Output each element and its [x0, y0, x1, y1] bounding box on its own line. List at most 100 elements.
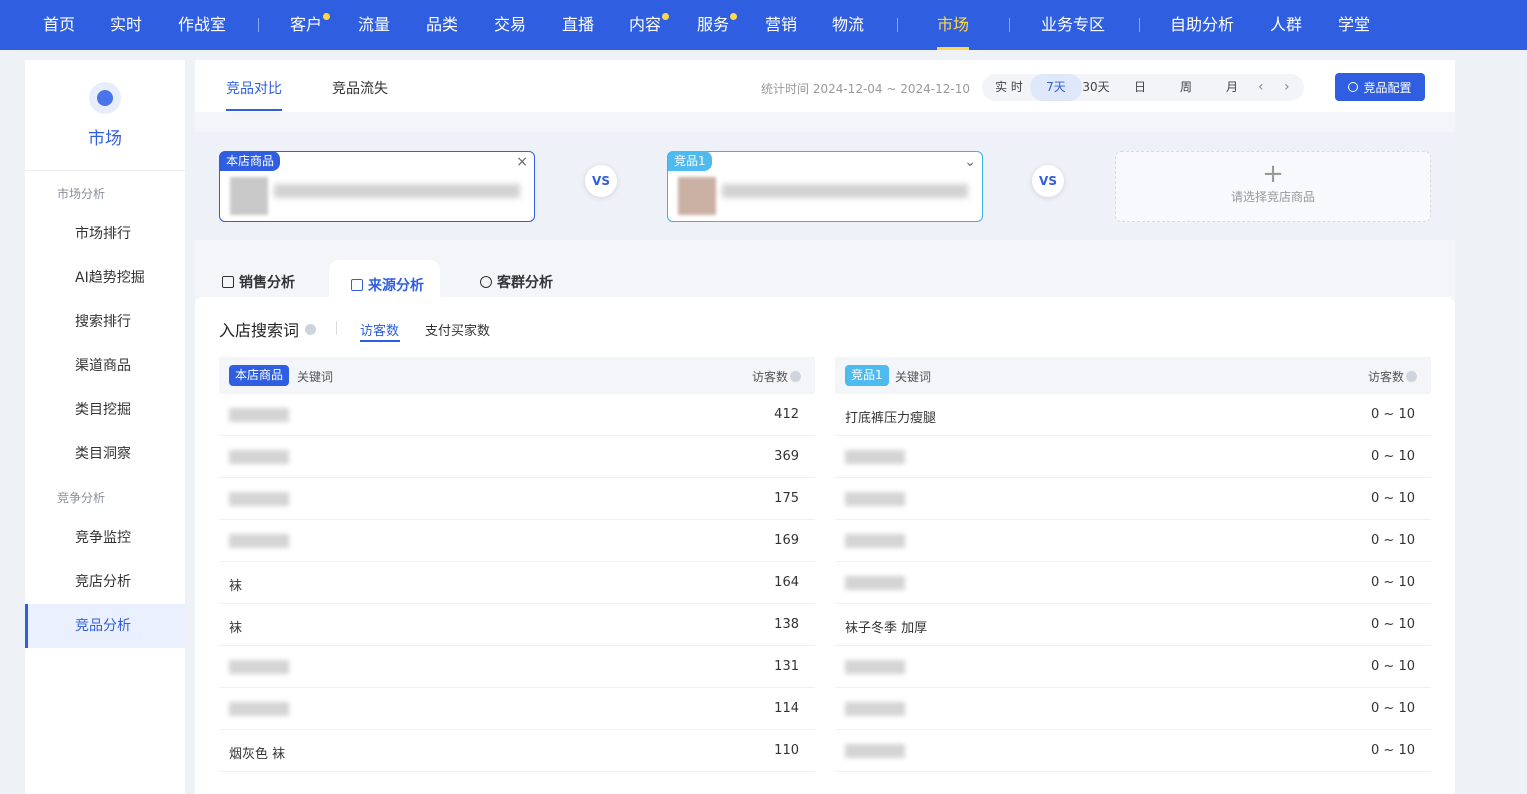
keyword-cell-blurred	[845, 492, 905, 506]
keyword-cell-blurred	[229, 534, 289, 548]
nav-item-label: 服务	[697, 15, 730, 34]
table-row: 412	[219, 394, 815, 436]
visitors-cell: 412	[774, 407, 799, 422]
sidebar-item-category-insight[interactable]: 类目洞察	[25, 432, 185, 476]
range-realtime[interactable]: 实 时	[988, 74, 1030, 101]
my-product-tag: 本店商品	[229, 365, 290, 386]
table-row: 0 ~ 10	[835, 562, 1431, 604]
config-button-label: 竞品配置	[1363, 80, 1412, 95]
metric-visitors[interactable]: 访客数	[360, 320, 399, 339]
nav-item-warroom[interactable]: 作战室	[178, 0, 226, 50]
sidebar: 市场 市场分析 市场排行 AI趋势挖掘 搜索排行 渠道商品 类目挖掘 类目洞察 …	[25, 60, 185, 794]
visitors-cell: 0 ~ 10	[1371, 659, 1415, 674]
sidebar-item-competitor-shop[interactable]: 竞店分析	[25, 560, 185, 604]
keyword-cell: 打底裤压力瘦腿	[845, 411, 937, 426]
table-row: 0 ~ 10	[835, 436, 1431, 478]
sidebar-item-category-mining[interactable]: 类目挖掘	[25, 388, 185, 432]
nav-item-category[interactable]: 品类	[426, 0, 458, 50]
keyword-cell-blurred	[229, 660, 289, 674]
chevron-down-icon[interactable]: ⌄	[964, 154, 976, 170]
tab-customer-analysis[interactable]: 客群分析	[480, 272, 553, 292]
nav-item-self-analysis[interactable]: 自助分析	[1170, 0, 1234, 50]
nav-item-realtime[interactable]: 实时	[110, 0, 142, 50]
table-row: 烟灰色 袜 110	[219, 730, 815, 772]
visitors-cell: 0 ~ 10	[1371, 743, 1415, 758]
table-row: 131	[219, 646, 815, 688]
nav-item-traffic[interactable]: 流量	[358, 0, 390, 50]
main-content: 竞品对比 竞品流失 统计时间 2024-12-04 ~ 2024-12-10 实…	[195, 60, 1455, 794]
product-compare-area: 本店商品 × VS 竞品1 ⌄ VS + 请选择竞店商品	[195, 132, 1455, 240]
source-analysis-panel: 入店搜索词 访客数 支付买家数 本店商品 关键词 访客数 412 369 175 16…	[195, 297, 1455, 794]
nav-divider	[1009, 18, 1010, 32]
keyword-cell-blurred	[229, 492, 289, 506]
sidebar-item-competitor-product[interactable]: 竞品分析	[25, 604, 185, 648]
keyword-cell-blurred	[229, 702, 289, 716]
vs-icon: VS	[585, 165, 617, 197]
keyword-cell: 袜子冬季 加厚	[845, 621, 928, 636]
visitors-column-header: 访客数	[1368, 368, 1417, 385]
visitors-cell: 175	[774, 491, 799, 506]
metric-paying-buyers[interactable]: 支付买家数	[425, 320, 490, 339]
tab-competitor-loss[interactable]: 竞品流失	[332, 78, 388, 98]
plus-icon: +	[1262, 159, 1284, 189]
nav-item-customer[interactable]: 客户	[290, 0, 331, 50]
bag-icon	[222, 276, 234, 288]
table-row: 袜 138	[219, 604, 815, 646]
range-30days[interactable]: 30天	[1082, 74, 1110, 101]
visitors-cell: 0 ~ 10	[1371, 575, 1415, 590]
nav-item-home[interactable]: 首页	[43, 0, 75, 50]
stat-time: 统计时间 2024-12-04 ~ 2024-12-10	[761, 82, 970, 96]
range-week[interactable]: 周	[1176, 74, 1196, 101]
my-product-card[interactable]: 本店商品 ×	[219, 151, 535, 222]
active-tab-indicator	[226, 109, 282, 111]
nav-item-trade[interactable]: 交易	[494, 0, 526, 50]
nav-item-marketing[interactable]: 营销	[765, 0, 797, 50]
sidebar-item-search-ranking[interactable]: 搜索排行	[25, 300, 185, 344]
nav-item-content[interactable]: 内容	[629, 0, 670, 50]
nav-item-logistics[interactable]: 物流	[832, 0, 864, 50]
subtab-bar: 竞品对比 竞品流失 统计时间 2024-12-04 ~ 2024-12-10 实…	[195, 60, 1455, 112]
table-row: 0 ~ 10	[835, 478, 1431, 520]
keyword-column-header: 关键词	[895, 370, 932, 384]
nav-item-business-zone[interactable]: 业务专区	[1041, 0, 1105, 50]
users-icon	[480, 276, 492, 288]
competitor-keyword-table: 竞品1 关键词 访客数 打底裤压力瘦腿 0 ~ 10 0 ~ 10 0 ~ 10 0 ~…	[835, 357, 1431, 772]
prev-arrow-icon[interactable]: ‹	[1258, 74, 1264, 101]
panel-title-text: 入店搜索词	[219, 321, 300, 340]
sidebar-item-ai-trend[interactable]: AI趋势挖掘	[25, 256, 185, 300]
metric-indicator	[360, 340, 400, 342]
next-arrow-icon[interactable]: ›	[1284, 74, 1290, 101]
nav-item-market[interactable]: 市场	[937, 0, 970, 50]
sidebar-item-competition-monitor[interactable]: 竞争监控	[25, 516, 185, 560]
competitor-config-button[interactable]: 竞品配置	[1335, 73, 1425, 101]
close-icon[interactable]: ×	[516, 154, 528, 170]
tab-competitor-compare[interactable]: 竞品对比	[226, 78, 282, 98]
visitors-cell: 0 ~ 10	[1371, 449, 1415, 464]
tab-sales-analysis[interactable]: 销售分析	[222, 272, 295, 292]
date-range-selector: 实 时 7天 30天 日 周 月 ‹ ›	[982, 74, 1304, 101]
table-row: 0 ~ 10	[835, 520, 1431, 562]
notification-dot	[662, 13, 670, 20]
add-competitor-product-button[interactable]: + 请选择竞店商品	[1115, 151, 1431, 222]
help-icon[interactable]	[1406, 371, 1417, 382]
table-row: 114	[219, 688, 815, 730]
tab-source-analysis[interactable]: 来源分析	[329, 260, 440, 298]
keyword-cell: 袜	[229, 579, 243, 594]
keyword-cell: 烟灰色 袜	[229, 747, 286, 762]
nav-item-academy[interactable]: 学堂	[1338, 0, 1370, 50]
nav-item-service[interactable]: 服务	[697, 0, 738, 50]
my-product-tag: 本店商品	[220, 151, 281, 171]
sidebar-item-channel-products[interactable]: 渠道商品	[25, 344, 185, 388]
competitor-product-card[interactable]: 竞品1 ⌄	[667, 151, 983, 222]
help-icon[interactable]	[305, 323, 317, 335]
nav-item-label: 内容	[629, 15, 662, 34]
range-7days[interactable]: 7天	[1030, 74, 1082, 101]
sidebar-item-market-ranking[interactable]: 市场排行	[25, 212, 185, 256]
help-icon[interactable]	[790, 371, 801, 382]
range-day[interactable]: 日	[1130, 74, 1150, 101]
range-month[interactable]: 月	[1222, 74, 1242, 101]
nav-item-crowd[interactable]: 人群	[1270, 0, 1302, 50]
visitors-cell: 138	[774, 617, 799, 632]
nav-item-live[interactable]: 直播	[562, 0, 594, 50]
keyword-column-header: 关键词	[297, 370, 334, 384]
